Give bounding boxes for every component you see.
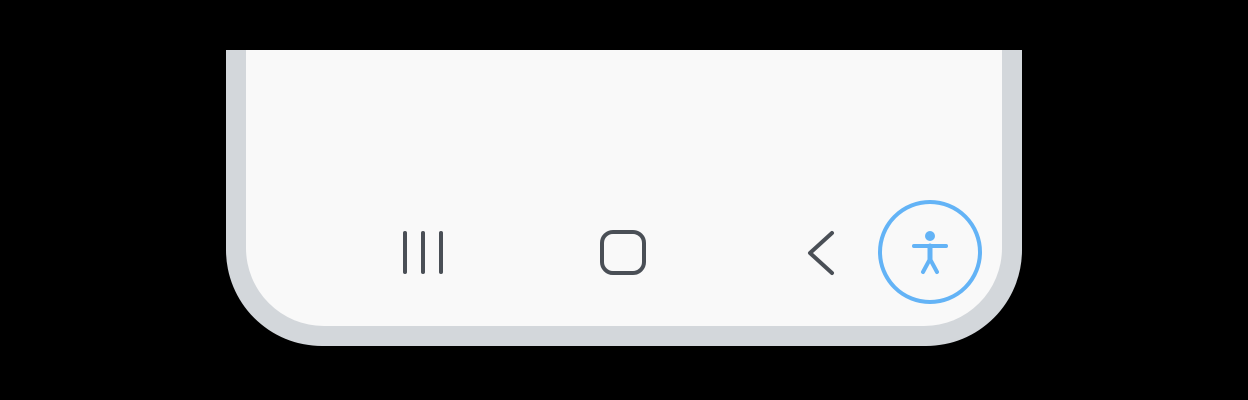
- home-icon: [600, 230, 646, 275]
- recent-apps-icon: [403, 231, 443, 274]
- back-button[interactable]: [800, 228, 842, 278]
- back-icon: [808, 231, 834, 275]
- recent-apps-button[interactable]: [399, 228, 449, 278]
- accessibility-button[interactable]: [876, 199, 984, 307]
- home-button[interactable]: [598, 228, 650, 278]
- accessibility-icon: [878, 200, 982, 304]
